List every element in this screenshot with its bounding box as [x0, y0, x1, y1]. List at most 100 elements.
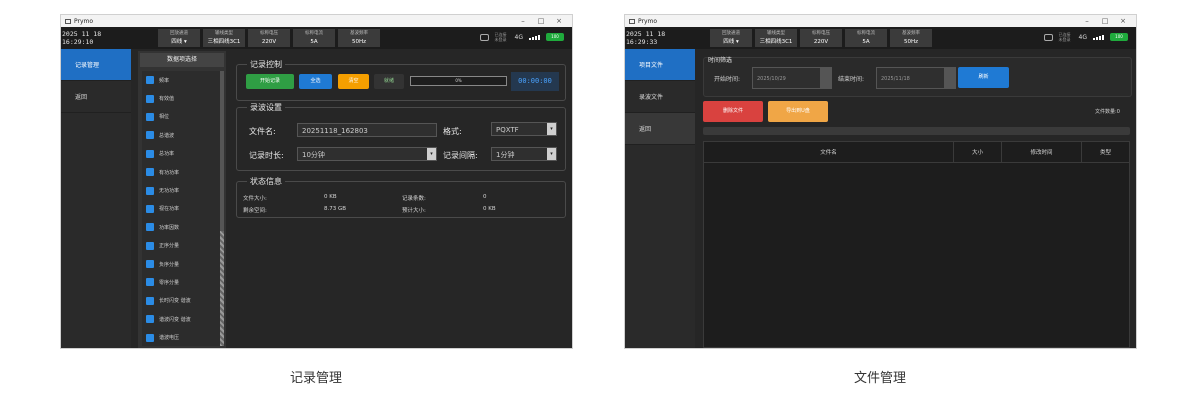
- checkbox-icon: [146, 241, 154, 250]
- record-state: 就绪: [374, 74, 404, 89]
- file-table: 文件名 大小 修改时间 类型: [703, 141, 1130, 348]
- checkbox-icon: [146, 223, 154, 232]
- clear-button[interactable]: 清空: [338, 74, 369, 89]
- sidebar-item-back[interactable]: 返回: [61, 81, 131, 113]
- export-usb-button[interactable]: 导出到U盘: [768, 101, 828, 122]
- refresh-button[interactable]: 刷新: [958, 67, 1009, 88]
- select-all-button[interactable]: 全选: [299, 74, 332, 89]
- close-button[interactable]: ×: [550, 17, 568, 25]
- caption-right: 文件管理: [853, 371, 906, 386]
- list-item[interactable]: 无功功率: [142, 181, 220, 199]
- list-item[interactable]: 长时闪变 谐波: [142, 292, 220, 310]
- list-item[interactable]: 视在功率: [142, 200, 220, 218]
- list-item[interactable]: 有效值: [142, 89, 220, 107]
- duration-select[interactable]: 10分钟 ▾: [297, 147, 437, 161]
- list-item[interactable]: 负序分量: [142, 255, 220, 273]
- start-time-label: 开始时间:: [714, 76, 741, 83]
- table-header: 文件名 大小 修改时间 类型: [704, 142, 1129, 163]
- column-header-filename[interactable]: 文件名: [704, 142, 954, 162]
- interval-select[interactable]: 1分钟 ▾: [491, 147, 557, 161]
- info-voltage: 标称电压 220V: [800, 29, 842, 47]
- minimize-button[interactable]: –: [1078, 17, 1096, 25]
- signal-type: 4G: [514, 33, 523, 41]
- list-item[interactable]: 有功功率: [142, 163, 220, 181]
- signal-type: 4G: [1078, 33, 1087, 41]
- network-icon: [1043, 33, 1053, 41]
- end-time-field[interactable]: 2025/11/18: [876, 67, 956, 89]
- column-header-size[interactable]: 大小: [954, 142, 1002, 162]
- info-voltage: 标称电压 220V: [248, 29, 290, 47]
- sidebar: 项目文件 录波文件 返回: [625, 49, 695, 348]
- checkbox-icon: [146, 94, 154, 103]
- close-button[interactable]: ×: [1114, 17, 1132, 25]
- time-filter-title: 时间筛选: [708, 57, 733, 64]
- maximize-button[interactable]: □: [1096, 17, 1114, 25]
- wave-settings-title: 录波设置: [247, 102, 285, 113]
- format-select[interactable]: PQXTF ▾: [491, 122, 557, 136]
- interval-label: 记录间隔:: [443, 151, 478, 160]
- list-item[interactable]: 频率: [142, 71, 220, 89]
- channel-scrollbar[interactable]: [220, 71, 224, 346]
- record-timer: 00:00:00: [511, 72, 559, 91]
- file-size-value: 0 KB: [324, 194, 337, 200]
- checkbox-icon: [146, 131, 154, 140]
- records-label: 记录条数:: [402, 196, 426, 202]
- network-status: 已连接 未登录: [494, 32, 507, 42]
- list-item[interactable]: 相位: [142, 108, 220, 126]
- app-icon: [629, 18, 635, 24]
- filename-field[interactable]: 20251118_162803: [297, 123, 437, 137]
- list-item[interactable]: 谐波闪变 谐波: [142, 310, 220, 328]
- list-item[interactable]: 总谐波: [142, 126, 220, 144]
- channel-select-panel: 数据项选择 频率 有效值 相位 总谐波 总功率 有功功率 无功功率 视在功率 功…: [138, 51, 226, 348]
- network-icon: [479, 33, 489, 41]
- table-toolbar-strip: [703, 127, 1130, 135]
- delete-file-button[interactable]: 删除文件: [703, 101, 763, 122]
- sidebar-item-project-files[interactable]: 项目文件: [625, 49, 695, 81]
- info-frequency: 基波频率 50Hz: [338, 29, 380, 47]
- info-frequency: 基波频率 50Hz: [890, 29, 932, 47]
- info-current: 标称电流 5A: [845, 29, 887, 47]
- maximize-button[interactable]: □: [532, 17, 550, 25]
- sidebar: 记录管理 返回: [61, 49, 131, 348]
- info-wiring: 输线类型 三相四线3C1: [203, 29, 245, 47]
- checkbox-icon: [146, 278, 154, 287]
- chevron-down-icon: ▾: [427, 148, 436, 160]
- caption-left: 记录管理: [289, 371, 342, 386]
- chevron-down-icon: ▾: [547, 123, 556, 135]
- time-filter-group: 时间筛选 开始时间: 2025/10/29 结束时间: 2025/11/18 刷…: [703, 57, 1132, 97]
- record-management-screenshot: Prymo – □ × 2025 11 18 16:29:10 回放通道 四线 ▾…: [61, 15, 572, 348]
- file-size-label: 文件大小:: [243, 196, 267, 202]
- checkbox-icon: [146, 204, 154, 213]
- free-space-value: 8.73 GB: [324, 206, 347, 212]
- sidebar-item-back[interactable]: 返回: [625, 113, 695, 145]
- info-current: 标称电流 5A: [293, 29, 335, 47]
- list-item[interactable]: 总功率: [142, 145, 220, 163]
- info-channel[interactable]: 回放通道 四线 ▾: [710, 29, 752, 47]
- column-header-type[interactable]: 类型: [1082, 142, 1129, 162]
- list-item[interactable]: 谐波电压: [142, 328, 220, 346]
- window-titlebar: Prymo – □ ×: [625, 15, 1136, 27]
- sidebar-item-wave-files[interactable]: 录波文件: [625, 81, 695, 113]
- column-header-modified[interactable]: 修改时间: [1002, 142, 1082, 162]
- start-record-button[interactable]: 开始记录: [246, 74, 294, 89]
- record-control-group: 记录控制 开始记录 全选 清空 就绪 0% 00:00:00: [236, 59, 566, 101]
- record-control-title: 记录控制: [247, 59, 285, 70]
- battery-icon: 100: [546, 33, 564, 41]
- info-channel[interactable]: 回放通道 四线 ▾: [158, 29, 200, 47]
- file-management-screenshot: Prymo – □ × 2025 11 18 16:29:33 回放通道 四线 ▾…: [625, 15, 1136, 348]
- free-space-label: 剩余空间:: [243, 208, 267, 214]
- minimize-button[interactable]: –: [514, 17, 532, 25]
- format-label: 格式:: [443, 127, 462, 136]
- top-status-bar: 2025 11 18 16:29:33 回放通道 四线 ▾ 输线类型 三相四线3C1…: [625, 27, 1136, 49]
- sidebar-item-record[interactable]: 记录管理: [61, 49, 131, 81]
- estimate-label: 预计大小:: [402, 208, 426, 214]
- clock: 2025 11 18 16:29:10: [62, 30, 102, 46]
- start-time-field[interactable]: 2025/10/29: [752, 67, 832, 89]
- checkbox-icon: [146, 315, 154, 324]
- status-info-group: 状态信息 文件大小: 0 KB 记录条数: 0 剩余空间: 8.73 GB 预计…: [236, 176, 566, 218]
- app-title: Prymo: [74, 17, 94, 25]
- list-item[interactable]: 功率因数: [142, 218, 220, 236]
- list-item[interactable]: 正序分量: [142, 237, 220, 255]
- list-item[interactable]: 零序分量: [142, 273, 220, 291]
- app-title: Prymo: [638, 17, 658, 25]
